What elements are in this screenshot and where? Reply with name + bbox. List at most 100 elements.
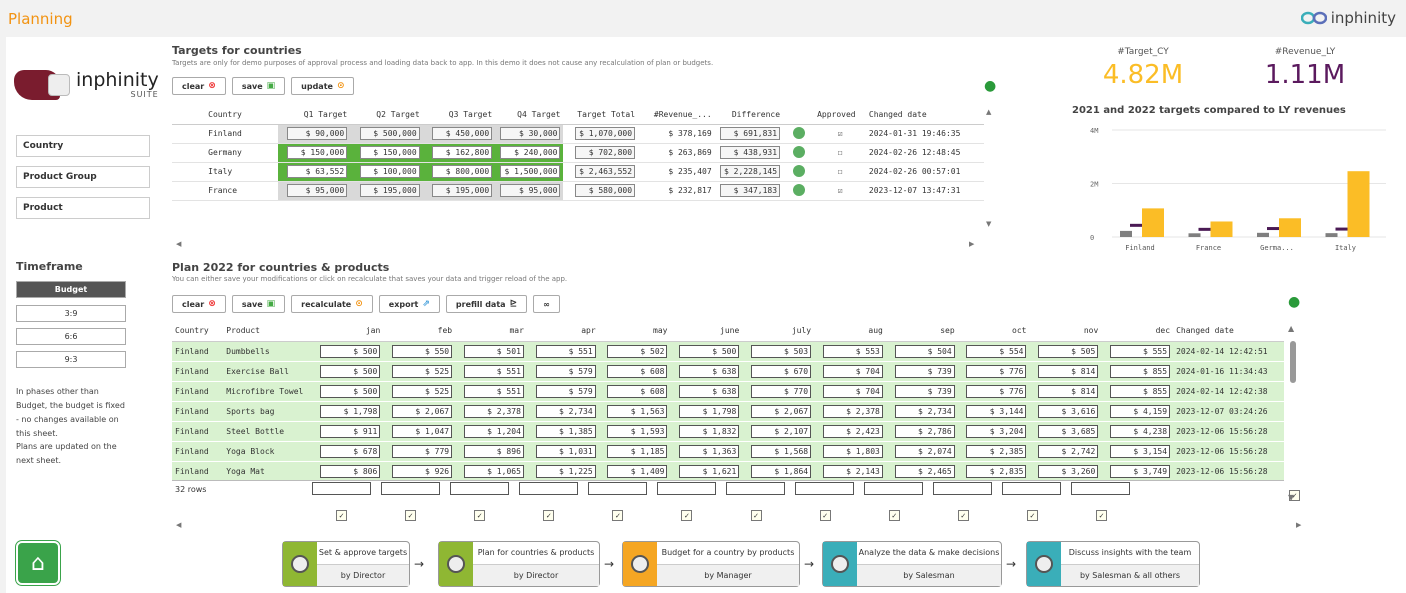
flow-step[interactable]: Set & approve targets by Director: [282, 541, 410, 587]
month-cell[interactable]: $ 3,144: [957, 401, 1030, 422]
month-cell[interactable]: $ 1,803: [814, 441, 886, 462]
month-cell[interactable]: $ 551: [526, 341, 599, 362]
month-cell[interactable]: $ 1,047: [383, 421, 456, 442]
month-cell[interactable]: $ 3,616: [1029, 401, 1102, 422]
month-cell[interactable]: $ 500: [311, 341, 384, 362]
targets-clear-button[interactable]: clear ⊗: [172, 77, 226, 95]
quarter-target-cell[interactable]: $ 240,000: [495, 143, 564, 163]
month-cell[interactable]: $ 1,225: [526, 461, 599, 480]
month-cell[interactable]: $ 770: [742, 381, 815, 402]
quarter-target-cell[interactable]: $ 95,000: [277, 181, 351, 201]
month-cell[interactable]: $ 2,378: [814, 401, 886, 422]
month-cell[interactable]: $ 500: [311, 361, 384, 382]
month-input[interactable]: $ 500: [320, 364, 381, 378]
month-input[interactable]: $ 501: [463, 344, 524, 358]
column-header[interactable]: Target Total: [563, 105, 639, 125]
column-header[interactable]: july: [742, 321, 815, 342]
month-input[interactable]: $ 500: [320, 344, 381, 358]
plan-save-button[interactable]: save ▣: [231, 295, 286, 313]
table-row[interactable]: Finland Microfibre Towel $ 500 $ 525 $ 551 $ …: [172, 381, 1284, 402]
month-cell[interactable]: $ 608: [598, 361, 671, 382]
bulk-month-input[interactable]: [312, 482, 371, 495]
month-input[interactable]: $ 555: [1110, 344, 1171, 358]
month-input[interactable]: $ 670: [751, 364, 812, 378]
month-cell[interactable]: $ 1,185: [598, 441, 671, 462]
target-input[interactable]: $ 1,500,000: [500, 165, 561, 178]
month-input[interactable]: $ 638: [679, 364, 740, 378]
month-input[interactable]: $ 911: [320, 424, 381, 438]
month-input[interactable]: $ 739: [894, 384, 955, 398]
month-cell[interactable]: $ 554: [957, 341, 1030, 362]
month-input[interactable]: $ 2,385: [966, 444, 1027, 458]
bulk-month-input[interactable]: [450, 482, 509, 495]
month-input[interactable]: $ 553: [822, 344, 883, 358]
scroll-down-icon[interactable]: ▼: [1288, 493, 1300, 502]
month-cell[interactable]: $ 502: [598, 341, 671, 362]
target-input[interactable]: $ 95,000: [287, 184, 348, 197]
bulk-month-input[interactable]: [726, 482, 785, 495]
month-cell[interactable]: $ 678: [311, 441, 384, 462]
approved-checkbox[interactable]: ☑: [814, 181, 866, 201]
target-input[interactable]: $ 195,000: [432, 184, 493, 197]
quarter-target-cell[interactable]: $ 95,000: [495, 181, 564, 201]
phase-budget[interactable]: Budget: [16, 281, 126, 298]
month-input[interactable]: $ 2,067: [392, 404, 453, 418]
bulk-month-input[interactable]: [381, 482, 440, 495]
bulk-month-input[interactable]: [1002, 482, 1061, 495]
column-header[interactable]: may: [598, 321, 671, 342]
month-cell[interactable]: $ 739: [885, 381, 958, 402]
month-input[interactable]: $ 503: [751, 344, 812, 358]
month-input[interactable]: $ 579: [535, 364, 596, 378]
flow-step[interactable]: Analyze the data & make decisions by Sale…: [822, 541, 1002, 587]
target-input[interactable]: $ 100,000: [359, 165, 420, 178]
bulk-month-input[interactable]: [795, 482, 854, 495]
month-input[interactable]: $ 678: [320, 444, 381, 458]
month-input[interactable]: $ 739: [894, 364, 955, 378]
scroll-left-icon[interactable]: ◀: [176, 521, 181, 529]
table-row[interactable]: Finland Exercise Ball $ 500 $ 525 $ 551 $ 579…: [172, 361, 1284, 382]
month-cell[interactable]: $ 1,563: [598, 401, 671, 422]
plan-vscroll[interactable]: ▲ ▼: [1288, 324, 1300, 504]
quarter-target-cell[interactable]: $ 195,000: [350, 181, 423, 201]
quarter-target-cell[interactable]: $ 100,000: [350, 162, 423, 182]
phase-3-9[interactable]: 3:9: [16, 305, 126, 322]
filter-country[interactable]: Country: [16, 135, 150, 157]
month-input[interactable]: $ 2,074: [894, 444, 955, 458]
month-input[interactable]: $ 2,734: [535, 404, 596, 418]
month-input[interactable]: $ 1,864: [751, 464, 812, 478]
month-cell[interactable]: $ 550: [383, 341, 456, 362]
month-input[interactable]: $ 502: [607, 344, 668, 358]
scroll-left-icon[interactable]: ◀: [176, 240, 181, 248]
target-input[interactable]: $ 240,000: [500, 146, 561, 159]
targets-save-button[interactable]: save ▣: [231, 77, 286, 95]
quarter-target-cell[interactable]: $ 450,000: [422, 124, 496, 144]
month-input[interactable]: $ 770: [751, 384, 812, 398]
month-check[interactable]: ✓: [543, 503, 612, 522]
month-cell[interactable]: $ 3,685: [1029, 421, 1102, 442]
targets-vscroll[interactable]: ▲ ▼: [986, 108, 996, 233]
month-input[interactable]: $ 579: [535, 384, 596, 398]
column-header[interactable]: nov: [1029, 321, 1102, 342]
filter-product[interactable]: Product: [16, 197, 150, 219]
month-input[interactable]: $ 1,621: [679, 464, 740, 478]
month-check[interactable]: ✓: [819, 503, 889, 522]
column-header[interactable]: feb: [383, 321, 456, 342]
table-row[interactable]: Italy $ 63,552 $ 100,000 $ 800,000 $ 1,500,0…: [172, 162, 984, 182]
month-cell[interactable]: $ 704: [814, 361, 886, 382]
phase-9-3[interactable]: 9:3: [16, 351, 126, 368]
month-check[interactable]: ✓: [474, 503, 543, 522]
quarter-target-cell[interactable]: $ 195,000: [422, 181, 496, 201]
month-input[interactable]: $ 2,465: [894, 464, 955, 478]
month-cell[interactable]: $ 2,786: [885, 421, 958, 442]
month-input[interactable]: $ 554: [966, 344, 1027, 358]
column-header[interactable]: #Revenue_...: [638, 105, 715, 125]
month-input[interactable]: $ 1,803: [822, 444, 883, 458]
month-input[interactable]: $ 525: [392, 364, 453, 378]
target-input[interactable]: $ 90,000: [287, 127, 348, 140]
month-cell[interactable]: $ 608: [598, 381, 671, 402]
month-cell[interactable]: $ 814: [1029, 381, 1102, 402]
scroll-down-icon[interactable]: ▼: [986, 220, 996, 228]
month-input[interactable]: $ 3,685: [1038, 424, 1099, 438]
flow-step[interactable]: Plan for countries & products by Director: [438, 541, 600, 587]
month-cell[interactable]: $ 2,742: [1029, 441, 1102, 462]
